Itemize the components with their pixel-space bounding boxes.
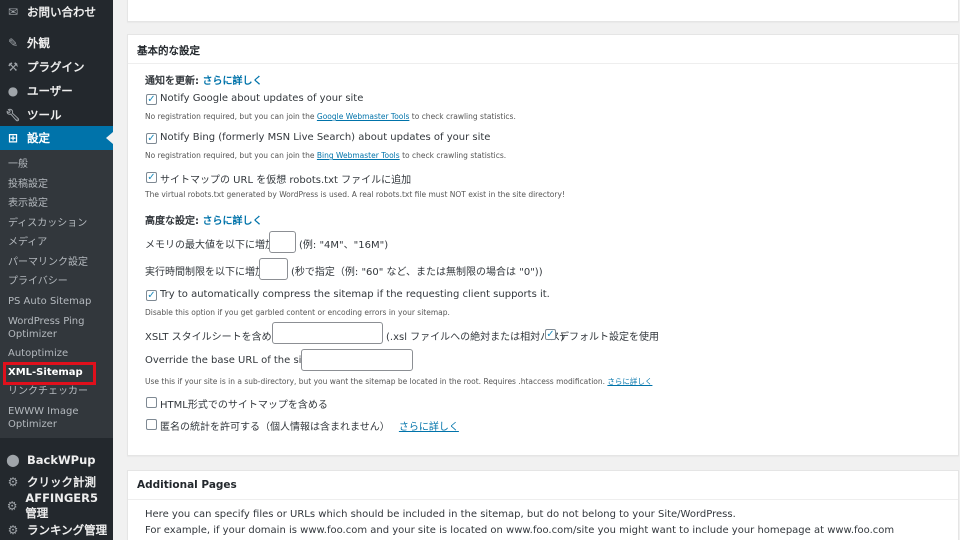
check-icon: ✓ <box>147 132 156 144</box>
xslt-label: XSLT スタイルシートを含める: <box>145 332 286 343</box>
additional-line-2: For example, if your domain is www.foo.c… <box>145 525 895 536</box>
stats-more-link[interactable]: さらに詳しく <box>399 422 459 433</box>
submenu-ps-auto-sitemap[interactable]: PS Auto Sitemap <box>8 295 108 308</box>
baseurl-note: Use this if your site is in a sub-direct… <box>145 377 653 386</box>
menu-label: ユーザー <box>27 84 73 98</box>
panel-divider <box>128 63 958 64</box>
advanced-more-link[interactable]: さらに詳しく <box>202 216 262 227</box>
compress-checkbox[interactable]: ✓ <box>146 290 157 301</box>
default-xslt-checkbox[interactable]: ✓ <box>545 329 556 340</box>
menu-label: ランキング管理 <box>27 523 108 537</box>
menu-label: AFFINGER5 管理 <box>25 491 98 520</box>
admin-sidebar: ✉ お問い合わせ ✎ 外観 ⚒ プラグイン ● ユーザー 🔧︎ ツール ⊞ 設定… <box>0 0 113 540</box>
notify-google-label: Notify Google about updates of your site <box>160 93 364 104</box>
check-icon: ✓ <box>546 328 555 340</box>
google-webmaster-link[interactable]: Google Webmaster Tools <box>317 112 410 121</box>
memory-label: メモリの最大値を以下に増加: <box>145 240 279 251</box>
menu-label: お問い合わせ <box>27 5 96 19</box>
notify-heading: 通知を更新: さらに詳しく <box>145 76 263 87</box>
submenu-general[interactable]: 一般 <box>8 158 108 171</box>
menu-backwpup[interactable]: ⬤ BackWPup <box>0 448 113 472</box>
menu-tools[interactable]: 🔧︎ ツール <box>0 103 113 127</box>
submenu-autoptimize[interactable]: Autoptimize <box>8 347 108 360</box>
check-icon: ✓ <box>147 289 156 301</box>
time-input[interactable] <box>259 258 288 280</box>
menu-settings[interactable]: ⊞ 設定 <box>0 126 113 150</box>
basic-settings-panel: 基本的な設定 通知を更新: さらに詳しく ✓ Notify Google abo… <box>127 34 959 456</box>
submenu-media[interactable]: メディア <box>8 236 108 249</box>
memory-input[interactable] <box>269 231 296 253</box>
menu-contact[interactable]: ✉ お問い合わせ <box>0 0 113 24</box>
settings-icon: ⊞ <box>7 131 19 145</box>
bing-note: No registration required, but you can jo… <box>145 151 507 160</box>
html-sitemap-checkbox[interactable] <box>146 397 157 408</box>
menu-label: クリック計測 <box>27 475 96 489</box>
highlight-box <box>3 362 96 385</box>
panel-title: 基本的な設定 <box>137 45 200 57</box>
baseurl-more-link[interactable]: さらに詳しく <box>607 377 652 386</box>
menu-plugins[interactable]: ⚒ プラグイン <box>0 55 113 79</box>
submenu-link-checker[interactable]: リンクチェッカー <box>8 385 108 398</box>
menu-label: 設定 <box>27 131 50 145</box>
notify-google-checkbox[interactable]: ✓ <box>146 94 157 105</box>
menu-label: ツール <box>27 108 62 122</box>
check-icon: ✓ <box>147 93 156 105</box>
xslt-input[interactable] <box>272 322 383 344</box>
menu-appearance[interactable]: ✎ 外観 <box>0 31 113 55</box>
robots-checkbox[interactable]: ✓ <box>146 172 157 183</box>
panel-divider <box>128 499 958 500</box>
robots-note: The virtual robots.txt generated by Word… <box>145 190 565 199</box>
advanced-heading: 高度な設定: さらに詳しく <box>145 216 263 227</box>
menu-label: BackWPup <box>27 453 96 467</box>
submenu-privacy[interactable]: プライバシー <box>8 275 108 288</box>
panel-title: Additional Pages <box>137 479 237 491</box>
robots-label: サイトマップの URL を仮想 robots.txt ファイルに追加 <box>160 175 412 186</box>
gear-icon: ⚙ <box>6 499 18 513</box>
notify-more-link[interactable]: さらに詳しく <box>202 76 262 87</box>
settings-submenu: 一般 投稿設定 表示設定 ディスカッション メディア パーマリンク設定 プライバ… <box>0 150 113 438</box>
backwpup-icon: ⬤ <box>6 453 20 467</box>
time-label: 実行時間制限を以下に増加: <box>145 267 269 278</box>
additional-pages-panel: Additional Pages Here you can specify fi… <box>127 470 959 540</box>
wrench-icon: 🔧︎ <box>5 108 21 122</box>
xslt-hint: (.xsl ファイルへの絶対または相対パス) <box>386 332 565 343</box>
gear-icon: ⚙ <box>7 475 19 489</box>
compress-note: Disable this option if you get garbled c… <box>145 308 450 317</box>
plugin-icon: ⚒ <box>7 60 19 74</box>
gear-icon: ⚙ <box>7 523 19 537</box>
google-note: No registration required, but you can jo… <box>145 112 516 121</box>
menu-label: プラグイン <box>27 60 85 74</box>
user-icon: ● <box>7 84 19 98</box>
bing-webmaster-link[interactable]: Bing Webmaster Tools <box>317 151 400 160</box>
previous-panel <box>127 0 959 22</box>
additional-line-1: Here you can specify files or URLs which… <box>145 509 736 520</box>
html-sitemap-label: HTML形式でのサイトマップを含める <box>160 400 328 411</box>
submenu-reading[interactable]: 表示設定 <box>8 197 108 210</box>
submenu-discussion[interactable]: ディスカッション <box>8 217 108 230</box>
menu-label: 外観 <box>27 36 50 50</box>
stats-label: 匿名の統計を許可する（個人情報は含まれません） さらに詳しく <box>160 422 459 433</box>
paintbrush-icon: ✎ <box>7 36 19 50</box>
mail-icon: ✉ <box>7 5 19 19</box>
stats-checkbox[interactable] <box>146 419 157 430</box>
submenu-permalink[interactable]: パーマリンク設定 <box>8 256 108 269</box>
notify-bing-checkbox[interactable]: ✓ <box>146 133 157 144</box>
submenu-ewww[interactable]: EWWW Image Optimizer <box>8 405 108 431</box>
time-hint: (秒で指定（例: "60" など、または無制限の場合は "0")) <box>291 267 543 278</box>
submenu-ping-optimizer[interactable]: WordPress Ping Optimizer <box>8 315 108 341</box>
memory-hint: (例: "4M"、"16M") <box>299 240 389 251</box>
check-icon: ✓ <box>147 171 156 183</box>
menu-users[interactable]: ● ユーザー <box>0 79 113 103</box>
compress-label: Try to automatically compress the sitema… <box>160 289 550 300</box>
menu-ranking[interactable]: ⚙ ランキング管理 <box>0 518 113 540</box>
menu-affinger[interactable]: ⚙ AFFINGER5 管理 <box>0 491 113 520</box>
submenu-writing[interactable]: 投稿設定 <box>8 178 108 191</box>
current-arrow <box>106 132 113 144</box>
baseurl-input[interactable] <box>301 349 413 371</box>
default-xslt-label: デフォルト設定を使用 <box>559 332 659 343</box>
notify-bing-label: Notify Bing (formerly MSN Live Search) a… <box>160 132 491 143</box>
